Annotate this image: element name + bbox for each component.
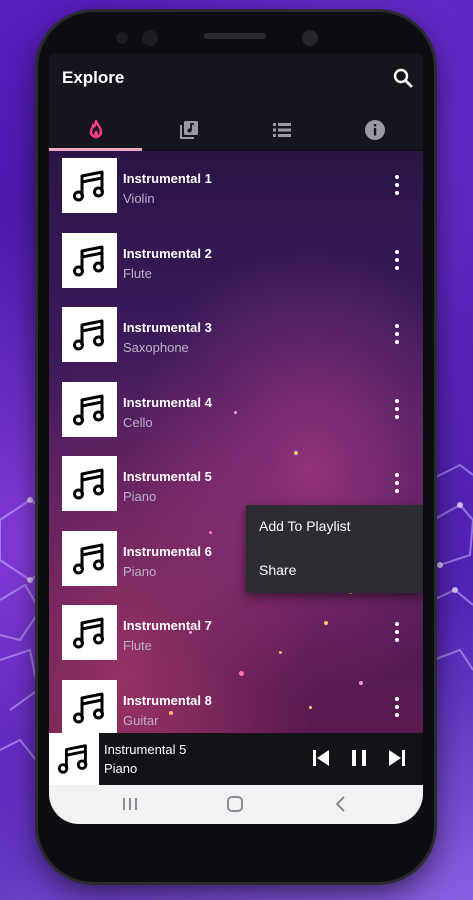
skip-previous-icon[interactable] bbox=[309, 746, 333, 770]
song-instrument: Violin bbox=[123, 191, 155, 206]
song-instrument: Flute bbox=[123, 266, 152, 281]
song-instrument: Piano bbox=[123, 489, 157, 504]
home-icon[interactable] bbox=[224, 794, 246, 814]
speaker-grille bbox=[204, 33, 266, 39]
song-thumbnail bbox=[62, 233, 117, 288]
music-note-icon bbox=[72, 170, 104, 201]
song-thumbnail bbox=[62, 456, 117, 511]
tab-trending[interactable] bbox=[49, 108, 142, 152]
song-thumbnail bbox=[62, 680, 117, 733]
app-bar: Explore bbox=[49, 54, 423, 152]
song-thumbnail bbox=[62, 307, 117, 362]
back-icon[interactable] bbox=[330, 794, 352, 814]
album-icon bbox=[179, 121, 198, 139]
song-title: Instrumental 6 bbox=[123, 544, 212, 559]
song-title: Instrumental 5 bbox=[123, 469, 212, 484]
song-title: Instrumental 7 bbox=[123, 618, 212, 633]
sensor-dot bbox=[142, 30, 158, 46]
song-instrument: Guitar bbox=[123, 713, 159, 728]
skip-next-icon[interactable] bbox=[385, 746, 409, 770]
music-note-icon bbox=[57, 744, 88, 774]
more-vert-icon[interactable] bbox=[389, 471, 405, 495]
song-thumbnail bbox=[62, 158, 117, 213]
song-title: Instrumental 3 bbox=[123, 320, 212, 335]
more-vert-icon[interactable] bbox=[389, 173, 405, 197]
song-title: Instrumental 1 bbox=[123, 171, 212, 186]
song-instrument: Cello bbox=[123, 415, 153, 430]
search-icon[interactable] bbox=[392, 67, 414, 89]
pause-icon[interactable] bbox=[347, 746, 371, 770]
app-screen: Explore Instrumental 1 Violin Instrument… bbox=[49, 54, 423, 824]
song-thumbnail bbox=[62, 605, 117, 660]
song-thumbnail bbox=[62, 382, 117, 437]
now-playing-thumbnail bbox=[49, 733, 99, 785]
music-note-icon bbox=[72, 617, 104, 648]
song-thumbnail bbox=[62, 531, 117, 586]
page-title: Explore bbox=[62, 68, 125, 87]
mini-player[interactable]: Instrumental 5 Piano bbox=[49, 733, 423, 785]
more-vert-icon[interactable] bbox=[389, 397, 405, 421]
song-title: Instrumental 4 bbox=[123, 395, 212, 410]
tab-list[interactable] bbox=[235, 108, 328, 152]
music-note-icon bbox=[72, 692, 104, 723]
menu-item-add-to-playlist[interactable]: Add To Playlist bbox=[259, 518, 351, 534]
list-item[interactable]: Instrumental 1 Violin bbox=[49, 151, 423, 225]
song-instrument: Piano bbox=[123, 564, 157, 579]
info-icon bbox=[364, 120, 385, 140]
now-playing-title: Instrumental 5 bbox=[104, 742, 187, 757]
song-title: Instrumental 2 bbox=[123, 246, 212, 261]
list-item[interactable]: Instrumental 3 Saxophone bbox=[49, 300, 423, 374]
song-title: Instrumental 8 bbox=[123, 693, 212, 708]
music-note-icon bbox=[72, 245, 104, 276]
music-note-icon bbox=[72, 319, 104, 350]
list-item[interactable]: Instrumental 2 Flute bbox=[49, 226, 423, 300]
tab-albums[interactable] bbox=[142, 108, 235, 152]
music-note-icon bbox=[72, 543, 104, 574]
list-item[interactable]: Instrumental 7 Flute bbox=[49, 598, 423, 672]
list-item[interactable]: Instrumental 4 Cello bbox=[49, 375, 423, 449]
song-instrument: Flute bbox=[123, 638, 152, 653]
music-note-icon bbox=[72, 468, 104, 499]
list-icon bbox=[272, 123, 291, 137]
context-menu: Add To Playlist Share bbox=[246, 505, 423, 593]
tab-bar bbox=[49, 108, 423, 152]
now-playing-instrument: Piano bbox=[104, 761, 138, 776]
music-note-icon bbox=[72, 394, 104, 425]
more-vert-icon[interactable] bbox=[389, 248, 405, 272]
more-vert-icon[interactable] bbox=[389, 322, 405, 346]
tab-info[interactable] bbox=[328, 108, 421, 152]
song-list[interactable]: Instrumental 1 Violin Instrumental 2 Flu… bbox=[49, 151, 423, 733]
recent-apps-icon[interactable] bbox=[119, 794, 141, 814]
more-vert-icon[interactable] bbox=[389, 695, 405, 719]
list-item[interactable]: Instrumental 8 Guitar bbox=[49, 673, 423, 733]
menu-item-share[interactable]: Share bbox=[259, 562, 296, 578]
front-camera bbox=[302, 30, 318, 46]
system-nav-bar bbox=[49, 785, 423, 824]
flame-icon bbox=[89, 119, 102, 139]
sensor-dot bbox=[116, 32, 128, 44]
more-vert-icon[interactable] bbox=[389, 620, 405, 644]
song-instrument: Saxophone bbox=[123, 340, 189, 355]
